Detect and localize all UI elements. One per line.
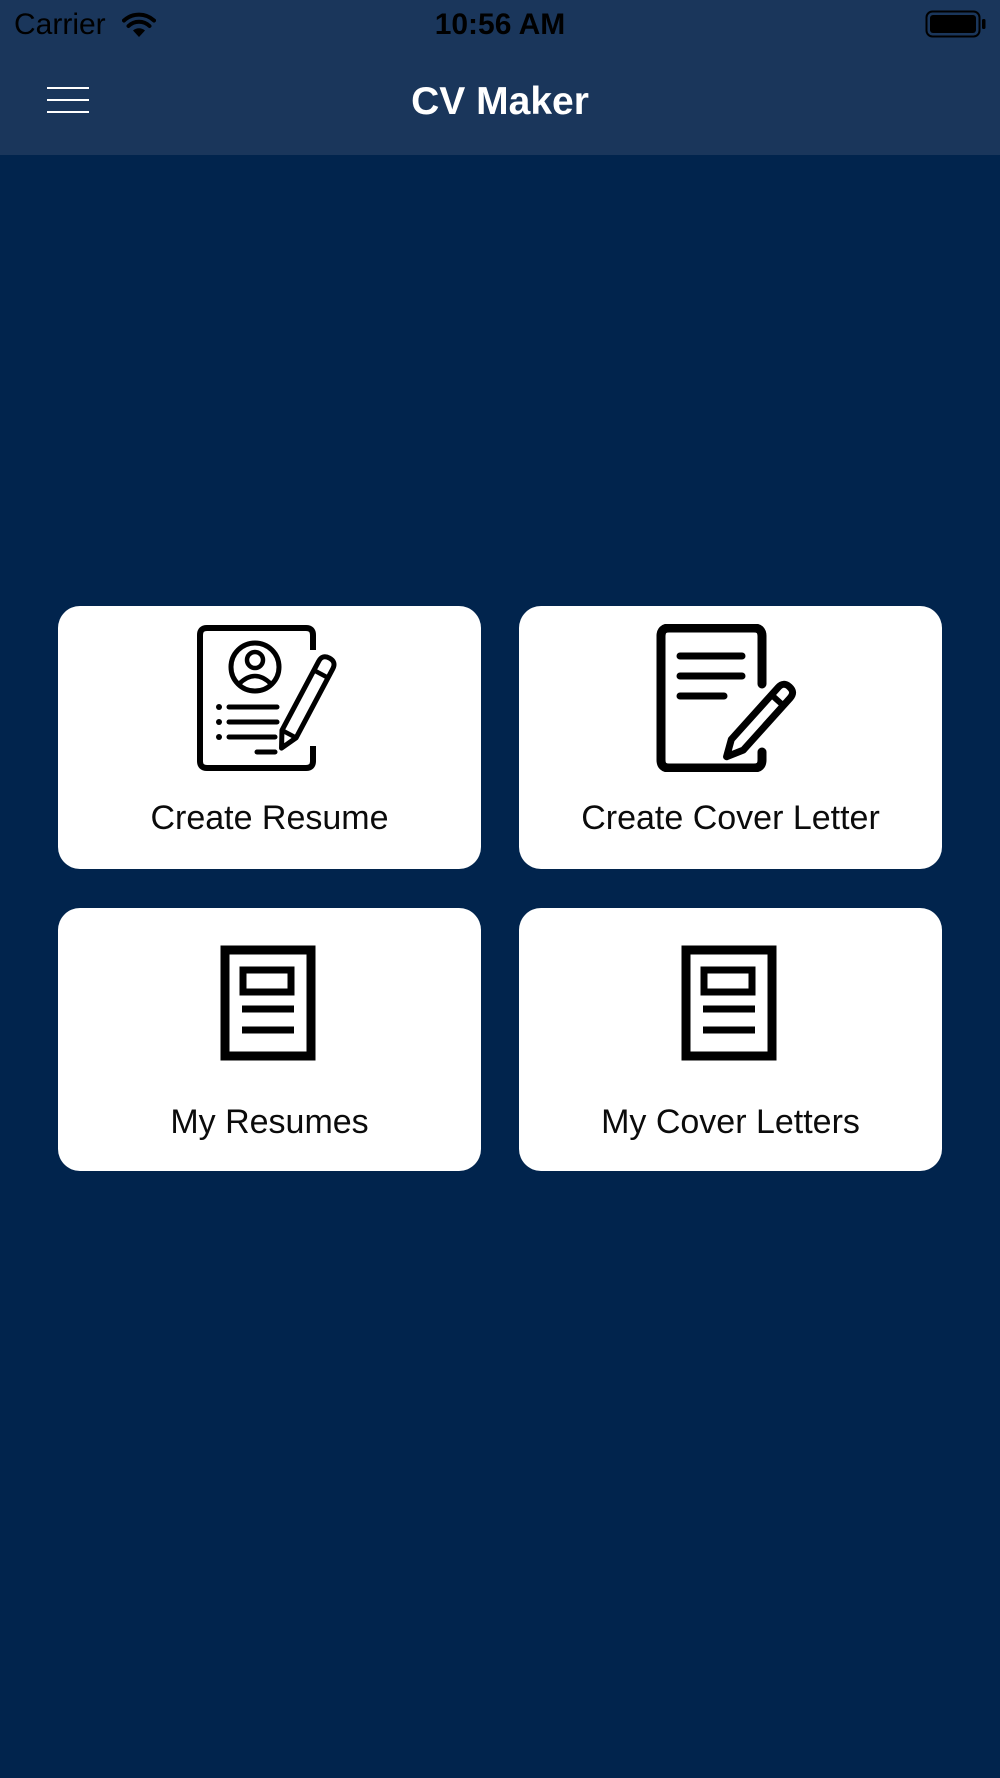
document-icon xyxy=(681,945,776,1061)
menu-button[interactable] xyxy=(36,74,100,126)
create-cover-letter-label: Create Cover Letter xyxy=(581,799,880,837)
hamburger-menu-icon xyxy=(47,87,89,89)
resume-edit-icon xyxy=(196,625,337,771)
top-bar: Carrier 10:56 AM CV Maker xyxy=(0,0,1000,155)
create-resume-label: Create Resume xyxy=(150,799,389,837)
app-screen: Carrier 10:56 AM CV Maker Create Resume … xyxy=(0,0,1000,1778)
create-cover-letter-button[interactable]: Create Cover Letter xyxy=(519,606,942,869)
page-title: CV Maker xyxy=(411,80,589,123)
navigation-bar: CV Maker xyxy=(0,50,1000,155)
battery-full-icon xyxy=(925,10,986,38)
create-resume-button[interactable]: Create Resume xyxy=(58,606,481,869)
document-icon xyxy=(220,945,315,1061)
my-resumes-label: My Resumes xyxy=(170,1103,369,1141)
letter-edit-icon xyxy=(656,624,796,772)
my-resumes-button[interactable]: My Resumes xyxy=(58,908,481,1171)
my-cover-letters-label: My Cover Letters xyxy=(601,1103,860,1141)
status-bar: Carrier 10:56 AM xyxy=(0,0,1000,50)
status-time: 10:56 AM xyxy=(434,8,566,41)
my-cover-letters-button[interactable]: My Cover Letters xyxy=(519,908,942,1171)
